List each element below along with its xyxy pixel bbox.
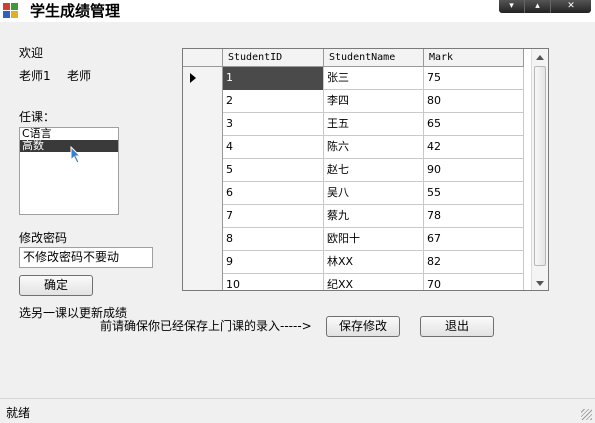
table-cell-mark[interactable]: 42 (424, 136, 524, 159)
exit-button[interactable]: 退出 (420, 316, 494, 337)
column-header-studentname[interactable]: StudentName (324, 49, 424, 67)
table-cell-studentid[interactable]: 7 (223, 205, 324, 228)
window-controls: ▾ ▴ ✕ (499, 0, 591, 13)
table-cell-mark[interactable]: 67 (424, 228, 524, 251)
welcome-label: 欢迎 (19, 46, 44, 60)
table-cell-mark[interactable]: 55 (424, 182, 524, 205)
resize-grip-icon[interactable] (581, 409, 592, 420)
password-field[interactable]: 不修改密码不要动 (19, 247, 153, 268)
close-button[interactable]: ✕ (551, 0, 591, 13)
table-cell-studentid[interactable]: 2 (223, 90, 324, 113)
table-cell-studentid[interactable]: 10 (223, 274, 324, 290)
row-header[interactable] (183, 182, 223, 205)
table-cell-mark[interactable]: 70 (424, 274, 524, 290)
user-name-label: 老师1 (19, 69, 51, 83)
minimize-button[interactable]: ▾ (499, 0, 525, 13)
row-header[interactable] (183, 205, 223, 228)
row-header[interactable] (183, 136, 223, 159)
table-cell-studentid[interactable]: 5 (223, 159, 324, 182)
table-cell-mark[interactable]: 80 (424, 90, 524, 113)
table-row[interactable]: 7 蔡九 78 (183, 205, 524, 228)
title-bar: 学生成绩管理 ▾ ▴ ✕ (0, 0, 595, 22)
table-cell-studentname[interactable]: 欧阳十 (324, 228, 424, 251)
window-title: 学生成绩管理 (30, 2, 121, 20)
scrollbar-thumb[interactable] (534, 66, 546, 266)
grid-body: 1 张三 75 2 李四 80 3 王五 65 4 陈六 42 5 赵七 90 6 吴八 55 7 蔡九 78 8 欧阳十 6… (183, 67, 524, 290)
table-row[interactable]: 4 陈六 42 (183, 136, 524, 159)
table-row[interactable]: 6 吴八 55 (183, 182, 524, 205)
current-row-arrow-icon (190, 73, 196, 83)
table-row[interactable]: 5 赵七 90 (183, 159, 524, 182)
status-bar: 就绪 (0, 398, 595, 423)
table-row[interactable]: 2 李四 80 (183, 90, 524, 113)
row-header[interactable] (183, 67, 223, 90)
table-row[interactable]: 1 张三 75 (183, 67, 524, 90)
maximize-button[interactable]: ▴ (525, 0, 551, 13)
scores-grid[interactable]: StudentID StudentName Mark 1 张三 75 2 李四 80 3 王五… (182, 48, 549, 291)
row-header[interactable] (183, 228, 223, 251)
password-label: 修改密码 (19, 231, 68, 245)
column-header-mark[interactable]: Mark (424, 49, 524, 67)
app-icon (3, 3, 19, 19)
save-button[interactable]: 保存修改 (326, 316, 400, 337)
status-text: 就绪 (6, 406, 31, 420)
column-header-studentid[interactable]: StudentID (223, 49, 324, 67)
row-header[interactable] (183, 90, 223, 113)
table-cell-mark[interactable]: 82 (424, 251, 524, 274)
courses-label: 任课： (19, 110, 56, 124)
table-cell-studentid[interactable]: 1 (223, 67, 324, 90)
grid-vertical-scrollbar[interactable] (531, 49, 548, 290)
table-cell-studentid[interactable]: 8 (223, 228, 324, 251)
scroll-down-icon[interactable] (536, 281, 544, 286)
row-header[interactable] (183, 113, 223, 136)
scroll-up-icon[interactable] (536, 55, 544, 60)
table-cell-mark[interactable]: 90 (424, 159, 524, 182)
course-item-math[interactable]: 高数 (20, 140, 118, 152)
table-row[interactable]: 8 欧阳十 67 (183, 228, 524, 251)
table-cell-studentname[interactable]: 陈六 (324, 136, 424, 159)
table-row[interactable]: 10 纪XX 70 (183, 274, 524, 290)
row-header[interactable] (183, 251, 223, 274)
table-cell-studentname[interactable]: 张三 (324, 67, 424, 90)
grid-corner[interactable] (183, 49, 223, 67)
table-cell-studentid[interactable]: 4 (223, 136, 324, 159)
table-cell-mark[interactable]: 78 (424, 205, 524, 228)
table-cell-studentname[interactable]: 李四 (324, 90, 424, 113)
table-cell-mark[interactable]: 75 (424, 67, 524, 90)
table-cell-studentname[interactable]: 纪XX (324, 274, 424, 290)
hint-label: 选另一课以更新成绩 (19, 306, 128, 320)
mouse-cursor-icon (70, 146, 82, 164)
save-prompt-label: 前请确保你已经保存上门课的录入-----> (100, 319, 312, 333)
table-cell-studentid[interactable]: 3 (223, 113, 324, 136)
course-listbox[interactable]: C语言 高数 (19, 127, 119, 215)
table-row[interactable]: 9 林XX 82 (183, 251, 524, 274)
grid-header: StudentID StudentName Mark (183, 49, 524, 67)
table-cell-studentname[interactable]: 王五 (324, 113, 424, 136)
confirm-button[interactable]: 确定 (19, 275, 93, 296)
table-cell-studentid[interactable]: 6 (223, 182, 324, 205)
table-row[interactable]: 3 王五 65 (183, 113, 524, 136)
row-header[interactable] (183, 159, 223, 182)
table-cell-studentname[interactable]: 蔡九 (324, 205, 424, 228)
table-cell-mark[interactable]: 65 (424, 113, 524, 136)
row-header[interactable] (183, 274, 223, 290)
table-cell-studentid[interactable]: 9 (223, 251, 324, 274)
table-cell-studentname[interactable]: 赵七 (324, 159, 424, 182)
table-cell-studentname[interactable]: 林XX (324, 251, 424, 274)
table-cell-studentname[interactable]: 吴八 (324, 182, 424, 205)
user-role-label: 老师 (67, 69, 92, 83)
